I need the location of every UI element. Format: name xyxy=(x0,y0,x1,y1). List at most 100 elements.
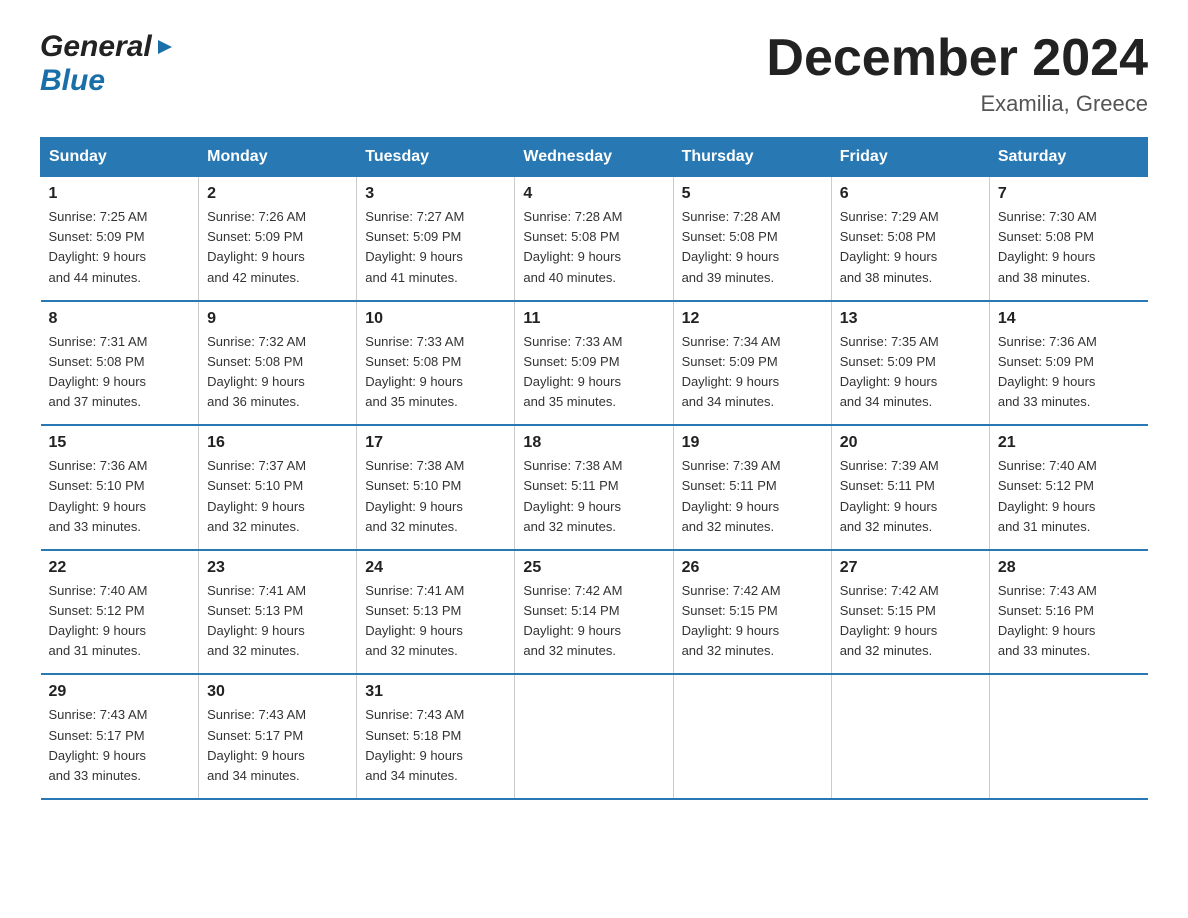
day-number: 23 xyxy=(207,559,348,577)
table-row: 9 Sunrise: 7:32 AMSunset: 5:08 PMDayligh… xyxy=(199,301,357,426)
table-row: 21 Sunrise: 7:40 AMSunset: 5:12 PMDaylig… xyxy=(989,425,1147,550)
col-wednesday: Wednesday xyxy=(515,138,673,177)
table-row: 2 Sunrise: 7:26 AMSunset: 5:09 PMDayligh… xyxy=(199,177,357,301)
day-number: 1 xyxy=(49,185,191,203)
day-number: 12 xyxy=(682,310,823,328)
table-row: 26 Sunrise: 7:42 AMSunset: 5:15 PMDaylig… xyxy=(673,550,831,675)
location-subtitle: Examilia, Greece xyxy=(766,91,1148,117)
col-friday: Friday xyxy=(831,138,989,177)
title-area: December 2024 Examilia, Greece xyxy=(766,30,1148,117)
day-info: Sunrise: 7:42 AMSunset: 5:15 PMDaylight:… xyxy=(682,583,781,658)
day-number: 29 xyxy=(49,683,191,701)
table-row: 22 Sunrise: 7:40 AMSunset: 5:12 PMDaylig… xyxy=(41,550,199,675)
table-row: 28 Sunrise: 7:43 AMSunset: 5:16 PMDaylig… xyxy=(989,550,1147,675)
col-tuesday: Tuesday xyxy=(357,138,515,177)
day-number: 13 xyxy=(840,310,981,328)
day-number: 17 xyxy=(365,434,506,452)
day-info: Sunrise: 7:43 AMSunset: 5:17 PMDaylight:… xyxy=(49,707,148,782)
calendar-week-3: 15 Sunrise: 7:36 AMSunset: 5:10 PMDaylig… xyxy=(41,425,1148,550)
table-row: 30 Sunrise: 7:43 AMSunset: 5:17 PMDaylig… xyxy=(199,674,357,799)
day-info: Sunrise: 7:33 AMSunset: 5:08 PMDaylight:… xyxy=(365,334,464,409)
day-number: 5 xyxy=(682,185,823,203)
logo-general: General xyxy=(40,30,152,64)
table-row xyxy=(673,674,831,799)
day-number: 16 xyxy=(207,434,348,452)
table-row: 16 Sunrise: 7:37 AMSunset: 5:10 PMDaylig… xyxy=(199,425,357,550)
day-info: Sunrise: 7:40 AMSunset: 5:12 PMDaylight:… xyxy=(49,583,148,658)
calendar-week-4: 22 Sunrise: 7:40 AMSunset: 5:12 PMDaylig… xyxy=(41,550,1148,675)
day-info: Sunrise: 7:36 AMSunset: 5:09 PMDaylight:… xyxy=(998,334,1097,409)
logo-arrow-icon xyxy=(154,36,176,58)
table-row: 24 Sunrise: 7:41 AMSunset: 5:13 PMDaylig… xyxy=(357,550,515,675)
day-number: 21 xyxy=(998,434,1140,452)
table-row: 29 Sunrise: 7:43 AMSunset: 5:17 PMDaylig… xyxy=(41,674,199,799)
day-info: Sunrise: 7:42 AMSunset: 5:15 PMDaylight:… xyxy=(840,583,939,658)
col-monday: Monday xyxy=(199,138,357,177)
table-row: 7 Sunrise: 7:30 AMSunset: 5:08 PMDayligh… xyxy=(989,177,1147,301)
day-number: 6 xyxy=(840,185,981,203)
table-row: 15 Sunrise: 7:36 AMSunset: 5:10 PMDaylig… xyxy=(41,425,199,550)
day-info: Sunrise: 7:43 AMSunset: 5:16 PMDaylight:… xyxy=(998,583,1097,658)
col-sunday: Sunday xyxy=(41,138,199,177)
day-number: 20 xyxy=(840,434,981,452)
logo-blue: Blue xyxy=(40,64,105,98)
table-row: 17 Sunrise: 7:38 AMSunset: 5:10 PMDaylig… xyxy=(357,425,515,550)
day-number: 14 xyxy=(998,310,1140,328)
day-info: Sunrise: 7:40 AMSunset: 5:12 PMDaylight:… xyxy=(998,458,1097,533)
calendar-week-2: 8 Sunrise: 7:31 AMSunset: 5:08 PMDayligh… xyxy=(41,301,1148,426)
calendar-week-5: 29 Sunrise: 7:43 AMSunset: 5:17 PMDaylig… xyxy=(41,674,1148,799)
day-number: 9 xyxy=(207,310,348,328)
day-number: 27 xyxy=(840,559,981,577)
col-thursday: Thursday xyxy=(673,138,831,177)
day-info: Sunrise: 7:33 AMSunset: 5:09 PMDaylight:… xyxy=(523,334,622,409)
calendar-header-row: Sunday Monday Tuesday Wednesday Thursday… xyxy=(41,138,1148,177)
calendar-table: Sunday Monday Tuesday Wednesday Thursday… xyxy=(40,137,1148,800)
day-info: Sunrise: 7:32 AMSunset: 5:08 PMDaylight:… xyxy=(207,334,306,409)
table-row xyxy=(989,674,1147,799)
table-row: 14 Sunrise: 7:36 AMSunset: 5:09 PMDaylig… xyxy=(989,301,1147,426)
day-info: Sunrise: 7:43 AMSunset: 5:17 PMDaylight:… xyxy=(207,707,306,782)
table-row: 20 Sunrise: 7:39 AMSunset: 5:11 PMDaylig… xyxy=(831,425,989,550)
logo: General Blue xyxy=(40,30,176,98)
day-number: 24 xyxy=(365,559,506,577)
col-saturday: Saturday xyxy=(989,138,1147,177)
page-header: General Blue December 2024 Examilia, Gre… xyxy=(40,30,1148,117)
day-info: Sunrise: 7:38 AMSunset: 5:10 PMDaylight:… xyxy=(365,458,464,533)
table-row: 19 Sunrise: 7:39 AMSunset: 5:11 PMDaylig… xyxy=(673,425,831,550)
day-number: 15 xyxy=(49,434,191,452)
day-info: Sunrise: 7:25 AMSunset: 5:09 PMDaylight:… xyxy=(49,209,148,284)
day-number: 22 xyxy=(49,559,191,577)
day-number: 25 xyxy=(523,559,664,577)
day-info: Sunrise: 7:29 AMSunset: 5:08 PMDaylight:… xyxy=(840,209,939,284)
table-row: 10 Sunrise: 7:33 AMSunset: 5:08 PMDaylig… xyxy=(357,301,515,426)
table-row xyxy=(831,674,989,799)
month-title: December 2024 xyxy=(766,30,1148,87)
table-row: 31 Sunrise: 7:43 AMSunset: 5:18 PMDaylig… xyxy=(357,674,515,799)
day-info: Sunrise: 7:38 AMSunset: 5:11 PMDaylight:… xyxy=(523,458,622,533)
day-number: 30 xyxy=(207,683,348,701)
table-row: 6 Sunrise: 7:29 AMSunset: 5:08 PMDayligh… xyxy=(831,177,989,301)
day-number: 4 xyxy=(523,185,664,203)
day-number: 18 xyxy=(523,434,664,452)
day-info: Sunrise: 7:30 AMSunset: 5:08 PMDaylight:… xyxy=(998,209,1097,284)
day-info: Sunrise: 7:36 AMSunset: 5:10 PMDaylight:… xyxy=(49,458,148,533)
table-row: 18 Sunrise: 7:38 AMSunset: 5:11 PMDaylig… xyxy=(515,425,673,550)
table-row: 4 Sunrise: 7:28 AMSunset: 5:08 PMDayligh… xyxy=(515,177,673,301)
table-row: 3 Sunrise: 7:27 AMSunset: 5:09 PMDayligh… xyxy=(357,177,515,301)
day-number: 26 xyxy=(682,559,823,577)
day-number: 10 xyxy=(365,310,506,328)
day-info: Sunrise: 7:35 AMSunset: 5:09 PMDaylight:… xyxy=(840,334,939,409)
table-row: 8 Sunrise: 7:31 AMSunset: 5:08 PMDayligh… xyxy=(41,301,199,426)
day-info: Sunrise: 7:28 AMSunset: 5:08 PMDaylight:… xyxy=(523,209,622,284)
table-row xyxy=(515,674,673,799)
day-number: 19 xyxy=(682,434,823,452)
day-number: 8 xyxy=(49,310,191,328)
day-info: Sunrise: 7:39 AMSunset: 5:11 PMDaylight:… xyxy=(682,458,781,533)
day-info: Sunrise: 7:43 AMSunset: 5:18 PMDaylight:… xyxy=(365,707,464,782)
day-number: 28 xyxy=(998,559,1140,577)
table-row: 12 Sunrise: 7:34 AMSunset: 5:09 PMDaylig… xyxy=(673,301,831,426)
table-row: 25 Sunrise: 7:42 AMSunset: 5:14 PMDaylig… xyxy=(515,550,673,675)
day-number: 3 xyxy=(365,185,506,203)
day-info: Sunrise: 7:41 AMSunset: 5:13 PMDaylight:… xyxy=(365,583,464,658)
table-row: 27 Sunrise: 7:42 AMSunset: 5:15 PMDaylig… xyxy=(831,550,989,675)
